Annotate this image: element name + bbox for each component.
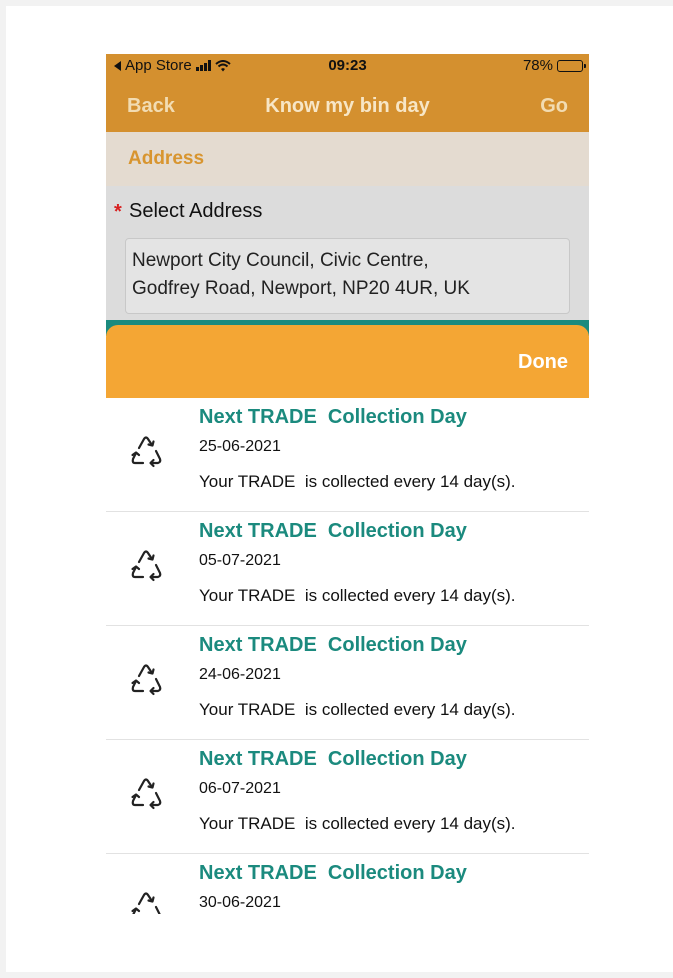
collection-date: 24-06-2021 [199,666,281,683]
nav-bar: Back Know my bin day Go [106,76,589,132]
required-marker: * [114,201,122,223]
battery-icon [557,59,586,72]
collection-row[interactable]: Next TRADE Collection Day 06-07-2021 You… [106,740,589,854]
done-button[interactable]: Done [518,351,568,374]
collection-frequency: Your TRADE is collected every 14 day(s). [199,700,516,719]
select-address-label: Select Address [129,200,263,222]
status-time: 09:23 [328,57,367,74]
collection-list: Next TRADE Collection Day 25-06-2021 You… [106,398,589,914]
recycle-icon [131,778,162,810]
page-title: Know my bin day [265,95,430,117]
collection-title: Next TRADE Collection Day [199,634,467,656]
collection-date: 25-06-2021 [199,438,281,455]
collection-row[interactable]: Next TRADE Collection Day 24-06-2021 You… [106,626,589,740]
battery-percent: 78% [522,57,553,74]
address-line-2: Godfrey Road, Newport, NP20 4UR, UK [132,278,470,299]
collection-row[interactable]: Next TRADE Collection Day 05-07-2021 You… [106,512,589,626]
collection-title: Next TRADE Collection Day [199,520,467,542]
recycle-icon [131,664,162,696]
recycle-icon [131,892,161,914]
collection-title: Next TRADE Collection Day [199,748,467,770]
recycle-icon [131,550,162,582]
collection-title: Next TRADE Collection Day [199,406,467,428]
section-header-address: Address [106,132,589,186]
status-right: 78% [522,57,586,74]
collection-date: 30-06-2021 [199,894,281,911]
collection-row[interactable]: Next TRADE Collection Day 25-06-2021 You… [106,398,589,512]
address-line-1: Newport City Council, Civic Centre, [132,250,429,271]
address-form: * Select Address Newport City Council, C… [106,186,589,326]
collection-date: 05-07-2021 [199,552,281,569]
phone-screen: App Store 09:23 78% Back Know my bin day… [106,54,589,914]
collection-title: Next TRADE Collection Day [199,862,467,884]
go-button[interactable]: Go [540,95,568,118]
address-field[interactable]: Newport City Council, Civic Centre, Godf… [125,238,570,314]
collection-frequency: Your TRADE is collected every 14 day(s). [199,814,516,833]
collection-date: 06-07-2021 [199,780,281,797]
sheet-toolbar: Done [106,325,589,398]
collection-frequency: Your TRADE is collected every 14 day(s). [199,586,516,605]
screenshot-canvas: App Store 09:23 78% Back Know my bin day… [6,6,673,972]
status-bar: App Store 09:23 78% [106,54,589,76]
collection-frequency: Your TRADE is collected every 14 day(s). [199,472,516,491]
collection-row[interactable]: Next TRADE Collection Day 30-06-2021 [106,854,589,914]
recycle-icon [131,436,162,468]
